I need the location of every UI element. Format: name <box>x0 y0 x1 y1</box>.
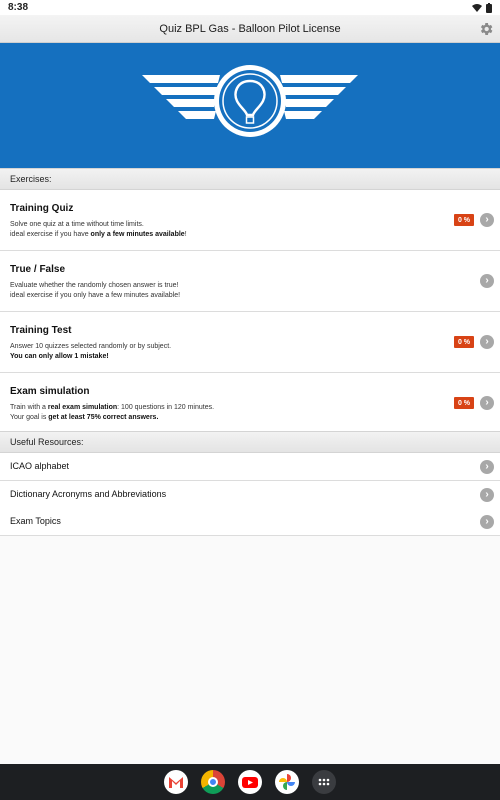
exercise-title: Training Test <box>10 325 72 336</box>
exercise-title: Training Quiz <box>10 203 74 214</box>
resource-icao-alphabet[interactable]: ICAO alphabet › <box>0 453 500 481</box>
exercises-section-header: Exercises: <box>0 168 500 190</box>
balloon-wings-logo <box>142 65 358 137</box>
exercise-description-line: You can only allow 1 mistake! <box>10 352 171 362</box>
progress-badge: 0 % <box>454 214 474 226</box>
photos-icon[interactable] <box>275 770 299 794</box>
header-banner <box>0 43 500 168</box>
youtube-icon[interactable] <box>238 770 262 794</box>
exercise-description: Answer 10 quizzes selected randomly or b… <box>10 342 171 362</box>
resource-exam-topics[interactable]: Exam Topics › <box>0 508 500 536</box>
resources-section-header: Useful Resources: <box>0 431 500 453</box>
empty-content-area <box>0 536 500 764</box>
exercise-description-line: Your goal is get at least 75% correct an… <box>10 413 214 423</box>
progress-badge: 0 % <box>454 397 474 409</box>
battery-icon <box>486 2 492 13</box>
exercise-description-line: Answer 10 quizzes selected randomly or b… <box>10 343 172 350</box>
chevron-right-icon[interactable]: › <box>480 488 494 502</box>
progress-badge: 0 % <box>454 336 474 348</box>
exercise-description-line: Evaluate whether the randomly chosen ans… <box>10 282 179 289</box>
chevron-right-icon[interactable]: › <box>480 335 494 349</box>
text-emphasis: You can only allow 1 mistake! <box>10 353 109 360</box>
app-bar: Quiz BPL Gas - Balloon Pilot License <box>0 15 500 43</box>
chevron-right-icon[interactable]: › <box>480 460 494 474</box>
exercise-title: True / False <box>10 264 66 275</box>
text-emphasis: real exam simulation <box>47 404 118 411</box>
chevron-right-icon[interactable]: › <box>480 213 494 227</box>
resource-dictionary[interactable]: Dictionary Acronyms and Abbreviations › <box>0 481 500 509</box>
gmail-icon[interactable] <box>164 770 188 794</box>
exercise-training-quiz[interactable]: Training Quiz Solve one quiz at a time w… <box>0 190 500 251</box>
text-segment: ideal exercise if you have <box>10 231 91 238</box>
exercise-description-line: ideal exercise if you have only a few mi… <box>10 230 187 240</box>
text-emphasis: only a few minutes available <box>90 231 185 238</box>
exercise-description: Evaluate whether the randomly chosen ans… <box>10 281 180 301</box>
exercise-description: Train with a real exam simulation: 100 q… <box>10 403 214 423</box>
status-time: 8:38 <box>8 2 29 13</box>
chevron-right-icon[interactable]: › <box>480 396 494 410</box>
exercise-training-test[interactable]: Training Test Answer 10 quizzes selected… <box>0 312 500 373</box>
app-title: Quiz BPL Gas - Balloon Pilot License <box>159 22 341 35</box>
chevron-right-icon[interactable]: › <box>480 274 494 288</box>
text-segment: ! <box>184 231 187 238</box>
chrome-icon[interactable] <box>201 770 225 794</box>
resource-label: ICAO alphabet <box>10 461 70 471</box>
status-icons <box>472 2 492 13</box>
resource-label: Exam Topics <box>10 516 61 526</box>
resource-label: Dictionary Acronyms and Abbreviations <box>10 489 167 499</box>
chevron-right-icon[interactable]: › <box>480 515 494 529</box>
exercise-exam-simulation[interactable]: Exam simulation Train with a real exam s… <box>0 373 500 434</box>
exercise-description: Solve one quiz at a time without time li… <box>10 220 187 240</box>
android-dock <box>0 764 500 800</box>
exercise-true-false[interactable]: True / False Evaluate whether the random… <box>0 251 500 312</box>
status-bar: 8:38 <box>0 0 500 15</box>
app-drawer-icon[interactable] <box>312 770 336 794</box>
app-screen: 8:38 Quiz BPL Gas - Balloon Pilot Licens… <box>0 0 500 800</box>
exercise-description-line: Solve one quiz at a time without time li… <box>10 221 144 228</box>
text-segment: : 100 questions in 120 minutes. <box>117 404 215 411</box>
gear-icon[interactable] <box>478 21 494 37</box>
text-segment: Your goal is <box>10 414 49 421</box>
exercise-description-line: ideal exercise if you only have a few mi… <box>10 292 181 299</box>
exercise-title: Exam simulation <box>10 386 90 397</box>
text-emphasis: get at least 75% correct answers. <box>48 414 159 421</box>
wifi-icon <box>472 3 482 12</box>
exercise-description-line: Train with a real exam simulation: 100 q… <box>10 403 214 413</box>
text-segment: Train with a <box>10 404 48 411</box>
